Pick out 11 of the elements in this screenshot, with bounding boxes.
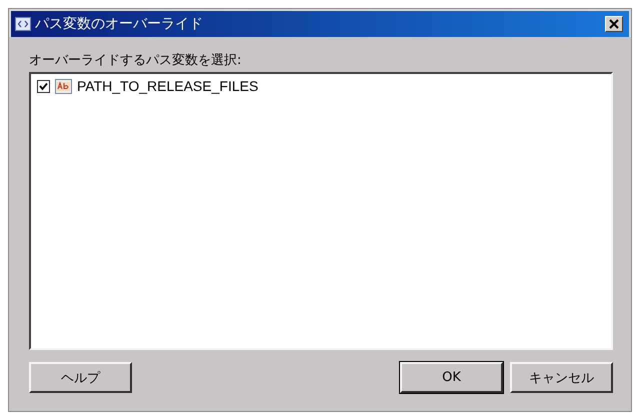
text-variable-icon bbox=[55, 78, 72, 94]
help-button[interactable]: ヘルプ bbox=[29, 362, 132, 393]
variable-name[interactable]: PATH_TO_RELEASE_FILES bbox=[77, 78, 258, 94]
dialog-button[interactable]: OK bbox=[400, 362, 503, 393]
close-icon bbox=[609, 19, 619, 29]
window-title: パス変数のオーバーライド bbox=[35, 15, 204, 33]
prompt-label: オーバーライドするパス変数を選択: bbox=[29, 52, 242, 69]
close-button[interactable] bbox=[605, 16, 623, 32]
checkbox[interactable] bbox=[37, 80, 50, 92]
dialog-button[interactable]: キャンセル bbox=[510, 362, 613, 393]
window-icon bbox=[15, 17, 31, 31]
